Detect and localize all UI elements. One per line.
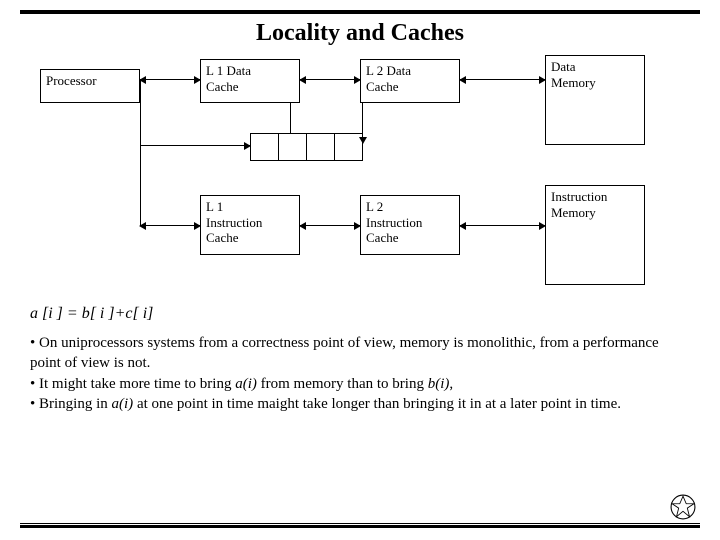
arrow-proc-l1i	[140, 225, 200, 226]
l1-instruction-cache-box: L 1 Instruction Cache	[200, 195, 300, 255]
arrow-l1i-l2i	[300, 225, 360, 226]
l2-data-cache-box: L 2 Data Cache	[360, 59, 460, 103]
gatech-logo-icon	[670, 494, 696, 520]
l1i-line3: Cache	[206, 230, 238, 245]
l1i-line1: L 1	[206, 199, 223, 214]
bullet-3: • Bringing in a(i) at one point in time …	[30, 394, 690, 414]
data-memory-box: Data Memory	[545, 55, 645, 145]
proc-vertical-bus	[140, 79, 141, 225]
arrow-proc-l1d	[140, 79, 200, 80]
b2-italic-2: b(i)	[428, 376, 450, 392]
register-file	[250, 133, 362, 161]
l2d-to-regs	[362, 103, 363, 143]
l2i-line3: Cache	[366, 230, 398, 245]
imem-line2: Memory	[551, 205, 596, 220]
arrow-l2d-dmem	[460, 79, 545, 80]
formula-text: a [i ] = b[ i ]+c[ i]	[30, 305, 690, 323]
b3-italic-1: a(i)	[112, 396, 134, 412]
l2i-line2: Instruction	[366, 215, 422, 230]
b2-italic-1: a(i)	[235, 376, 257, 392]
l1d-line1: L 1 Data	[206, 63, 251, 78]
slide-title: Locality and Caches	[30, 20, 690, 47]
l2d-line1: L 2 Data	[366, 63, 411, 78]
footer	[20, 523, 700, 528]
instruction-memory-box: Instruction Memory	[545, 185, 645, 285]
imem-line1: Instruction	[551, 189, 607, 204]
processor-label: Processor	[46, 73, 97, 88]
b2-part-b: from memory than to bring	[257, 376, 428, 392]
l1d-line2: Cache	[206, 79, 238, 94]
b2-part-a: • It might take more time to bring	[30, 376, 235, 392]
bullet-list: • On uniprocessors systems from a correc…	[30, 333, 690, 414]
dmem-line2: Memory	[551, 75, 596, 90]
arrow-l1d-l2d	[300, 79, 360, 80]
dmem-line1: Data	[551, 59, 576, 74]
l2-instruction-cache-box: L 2 Instruction Cache	[360, 195, 460, 255]
bullet-1: • On uniprocessors systems from a correc…	[30, 333, 690, 374]
l2d-line2: Cache	[366, 79, 398, 94]
top-rule	[20, 10, 700, 14]
b3-part-b: at one point in time maight take longer …	[133, 396, 621, 412]
cache-diagram: Processor L 1 Data Cache L 2 Data Cache …	[30, 55, 690, 305]
b2-part-c: ,	[449, 376, 453, 392]
bullet-2: • It might take more time to bring a(i) …	[30, 374, 690, 394]
processor-box: Processor	[40, 69, 140, 103]
l1i-line2: Instruction	[206, 215, 262, 230]
arrow-l2i-imem	[460, 225, 545, 226]
proc-to-regs	[140, 145, 250, 146]
l2i-line1: L 2	[366, 199, 383, 214]
l1d-to-regs	[290, 103, 291, 133]
bottom-rule	[20, 523, 700, 528]
b3-part-a: • Bringing in	[30, 396, 112, 412]
l1-data-cache-box: L 1 Data Cache	[200, 59, 300, 103]
